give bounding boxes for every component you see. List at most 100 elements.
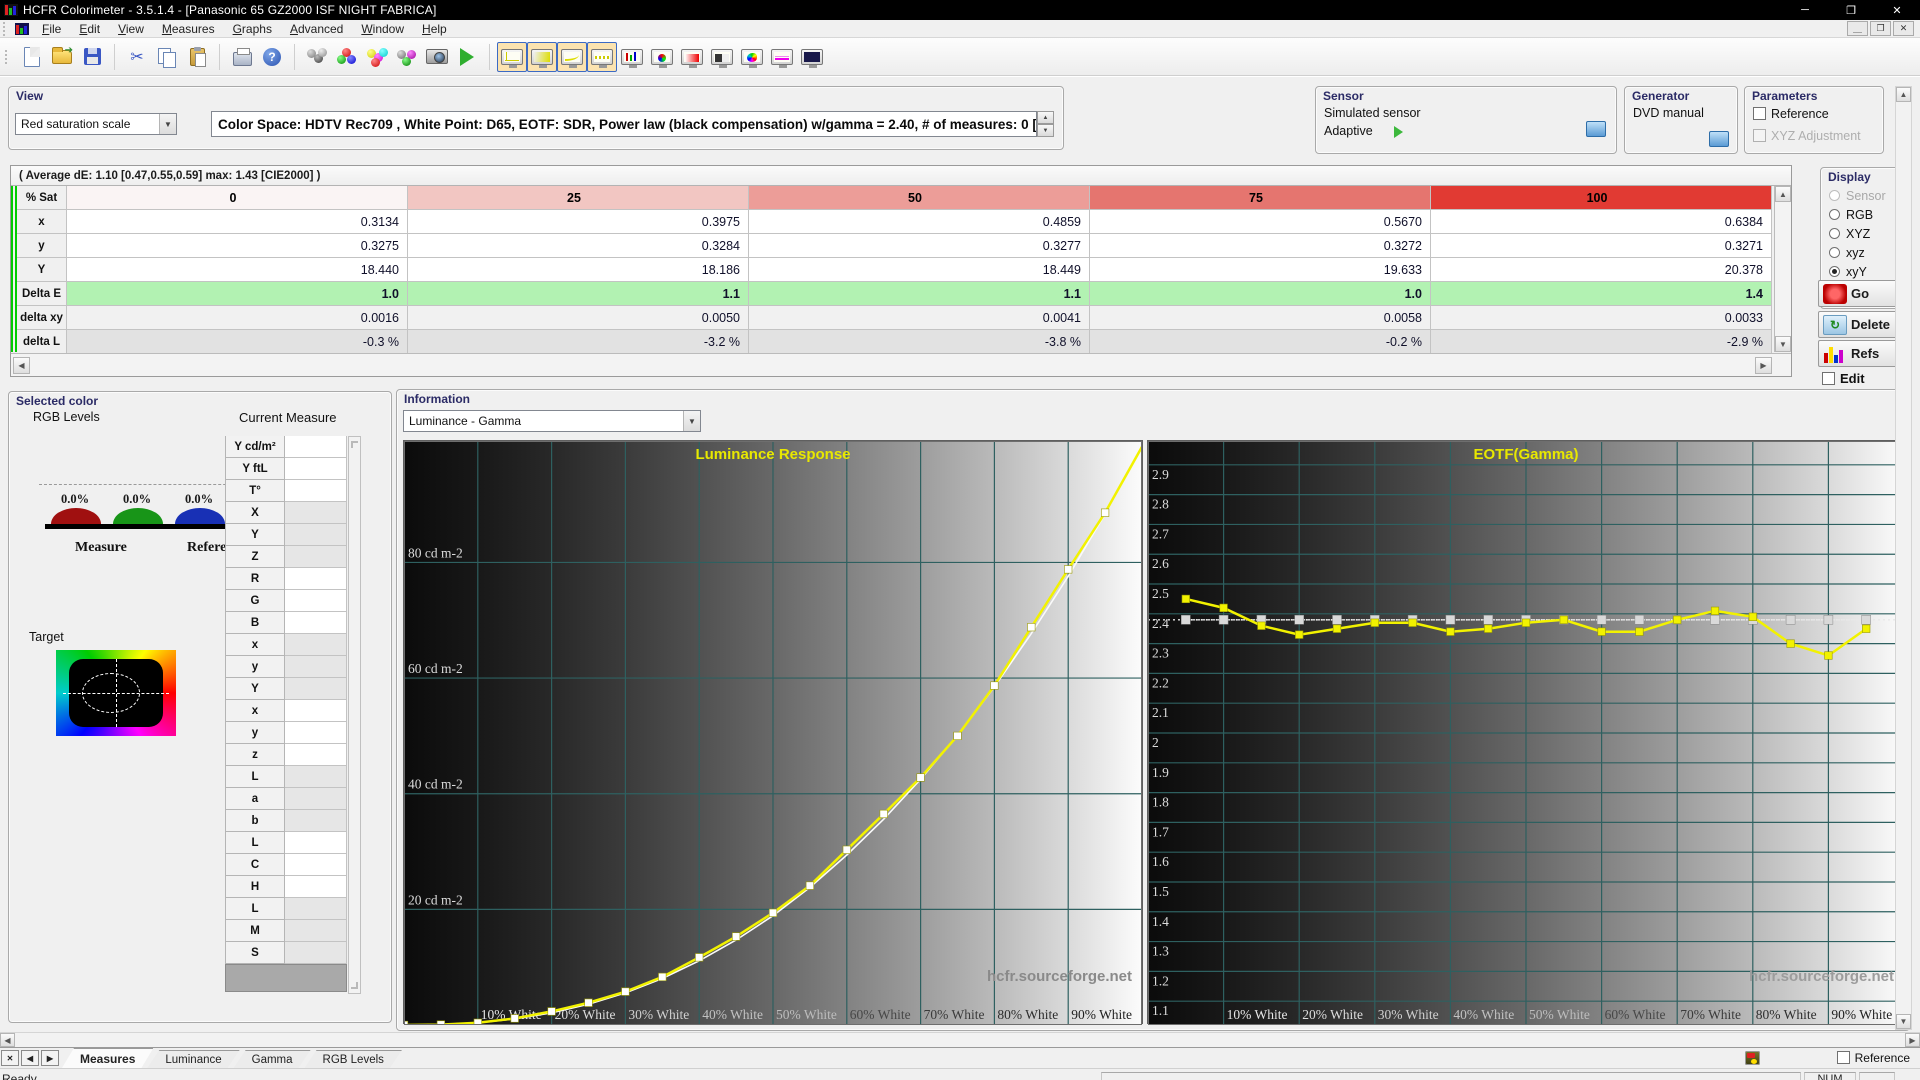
table-cell[interactable]: 0.3271 (1431, 234, 1772, 258)
free-screen-view-button[interactable] (797, 42, 827, 72)
table-cell[interactable]: 0.4859 (749, 210, 1090, 234)
reference-checkbox-box[interactable] (1753, 107, 1766, 120)
client-horizontal-scrollbar[interactable]: ◀ ▶ (0, 1032, 1920, 1047)
measure-row-value[interactable] (285, 920, 347, 942)
bottom-reference-checkbox-box[interactable] (1836, 1051, 1850, 1064)
edit-checkbox-box[interactable] (1822, 372, 1835, 385)
column-header-75[interactable]: 75 (1090, 186, 1431, 210)
saturation-view-button[interactable] (677, 42, 707, 72)
scroll-left-icon[interactable]: ◀ (0, 1033, 15, 1047)
open-file-button[interactable] (47, 42, 77, 72)
client-vertical-scrollbar[interactable]: ▲ ▼ (1895, 86, 1912, 1030)
measure-row-value[interactable] (285, 854, 347, 876)
graph-selector-dropdown[interactable]: Luminance - Gamma ▼ (403, 410, 701, 432)
measure-row-value[interactable] (285, 744, 347, 766)
scroll-up-icon[interactable]: ▲ (1896, 87, 1911, 102)
print-button[interactable] (227, 42, 257, 72)
radio-icon[interactable] (1829, 228, 1840, 239)
sensor-config-icon[interactable] (1586, 121, 1606, 137)
table-cell[interactable]: 0.3134 (67, 210, 408, 234)
measure-row-value[interactable] (285, 546, 347, 568)
table-cell[interactable]: 18.449 (749, 258, 1090, 282)
menu-file[interactable]: File (33, 20, 70, 38)
measure-row-value[interactable] (285, 810, 347, 832)
help-button[interactable]: ? (257, 42, 287, 72)
measure-row-value[interactable] (285, 876, 347, 898)
table-cell[interactable]: 1.4 (1431, 282, 1772, 306)
close-button[interactable]: ✕ (1874, 0, 1920, 20)
table-cell[interactable]: 0.3275 (67, 234, 408, 258)
scroll-down-icon[interactable]: ▼ (1896, 1014, 1911, 1029)
menu-edit[interactable]: Edit (70, 20, 109, 38)
save-button[interactable] (77, 42, 107, 72)
table-cell[interactable]: -3.2 % (408, 330, 749, 354)
table-cell[interactable]: 1.1 (749, 282, 1090, 306)
mdi-minimize-button[interactable]: ＿ (1847, 21, 1868, 36)
chevron-down-icon[interactable] (351, 982, 358, 989)
cut-button[interactable]: ✂ (122, 42, 152, 72)
measure-row-value[interactable] (285, 612, 347, 634)
generator-config-icon[interactable] (1709, 131, 1729, 147)
scroll-left-icon[interactable]: ◀ (13, 357, 30, 374)
table-cell[interactable]: 0.0050 (408, 306, 749, 330)
scale-selector-dropdown[interactable]: Red saturation scale ▼ (15, 113, 177, 135)
column-header-50[interactable]: 50 (749, 186, 1090, 210)
spin-up-icon[interactable]: ▲ (1037, 111, 1054, 124)
menu-window[interactable]: Window (352, 20, 413, 38)
copy-button[interactable] (152, 42, 182, 72)
info-spinner[interactable]: ▲ ▼ (1037, 111, 1054, 137)
table-cell[interactable]: 0.0041 (749, 306, 1090, 330)
column-header-100[interactable]: 100 (1431, 186, 1772, 210)
sensor-settings-button[interactable] (302, 42, 332, 72)
table-cell[interactable]: -2.9 % (1431, 330, 1772, 354)
tab-gamma[interactable]: Gamma (234, 1050, 311, 1068)
measure-row-value[interactable] (285, 634, 347, 656)
restore-button[interactable]: ❐ (1828, 0, 1874, 20)
new-file-button[interactable] (17, 42, 47, 72)
bottom-reference-checkbox[interactable]: Reference (1836, 1051, 1910, 1065)
menu-graphs[interactable]: Graphs (224, 20, 281, 38)
secondary-colors-button[interactable] (362, 42, 392, 72)
prev-tab-button[interactable]: ◀ (21, 1050, 39, 1066)
measure-row-value[interactable] (285, 480, 347, 502)
column-header-25[interactable]: 25 (408, 186, 749, 210)
table-cell[interactable]: 1.0 (1090, 282, 1431, 306)
measure-row-value[interactable] (285, 524, 347, 546)
measure-row-value[interactable] (285, 722, 347, 744)
spin-down-icon[interactable]: ▼ (1037, 124, 1054, 137)
menu-view[interactable]: View (109, 20, 153, 38)
table-cell[interactable]: 0.3975 (408, 210, 749, 234)
radio-icon[interactable] (1829, 209, 1840, 220)
measure-row-value[interactable] (285, 656, 347, 678)
measure-row-value[interactable] (285, 788, 347, 810)
cie-chart-view-button[interactable] (737, 42, 767, 72)
measures-grid-view-button[interactable] (497, 41, 527, 72)
primaries-view-button[interactable] (647, 42, 677, 72)
radio-icon[interactable] (1829, 247, 1840, 258)
minimize-button[interactable]: ─ (1782, 0, 1828, 20)
scroll-up-icon[interactable]: ▲ (1775, 186, 1791, 202)
mdi-close-button[interactable]: ✕ (1893, 21, 1914, 36)
scroll-right-icon[interactable]: ▶ (1755, 357, 1772, 374)
table-cell[interactable]: 0.0058 (1090, 306, 1431, 330)
measure-row-value[interactable] (285, 942, 347, 964)
table-cell[interactable]: -3.8 % (749, 330, 1090, 354)
menu-measures[interactable]: Measures (153, 20, 224, 38)
table-cell[interactable]: -0.2 % (1090, 330, 1431, 354)
table-cell[interactable]: 0.3277 (749, 234, 1090, 258)
measure-row-value[interactable] (285, 678, 347, 700)
gamma-view-button[interactable] (587, 41, 617, 72)
measure-row-value[interactable] (285, 568, 347, 590)
paste-button[interactable] (182, 42, 212, 72)
capture-button[interactable] (422, 42, 452, 72)
measure-row-value[interactable] (285, 766, 347, 788)
menu-help[interactable]: Help (413, 20, 456, 38)
table-cell[interactable]: 0.3272 (1090, 234, 1431, 258)
close-tab-button[interactable]: ✕ (1, 1050, 19, 1066)
measure-row-value[interactable] (285, 458, 347, 480)
grayscale-view-button[interactable] (527, 41, 557, 72)
table-cell[interactable]: 1.0 (67, 282, 408, 306)
table-cell[interactable]: 0.3284 (408, 234, 749, 258)
radio-icon[interactable] (1829, 190, 1840, 201)
column-header-0[interactable]: 0 (67, 186, 408, 210)
